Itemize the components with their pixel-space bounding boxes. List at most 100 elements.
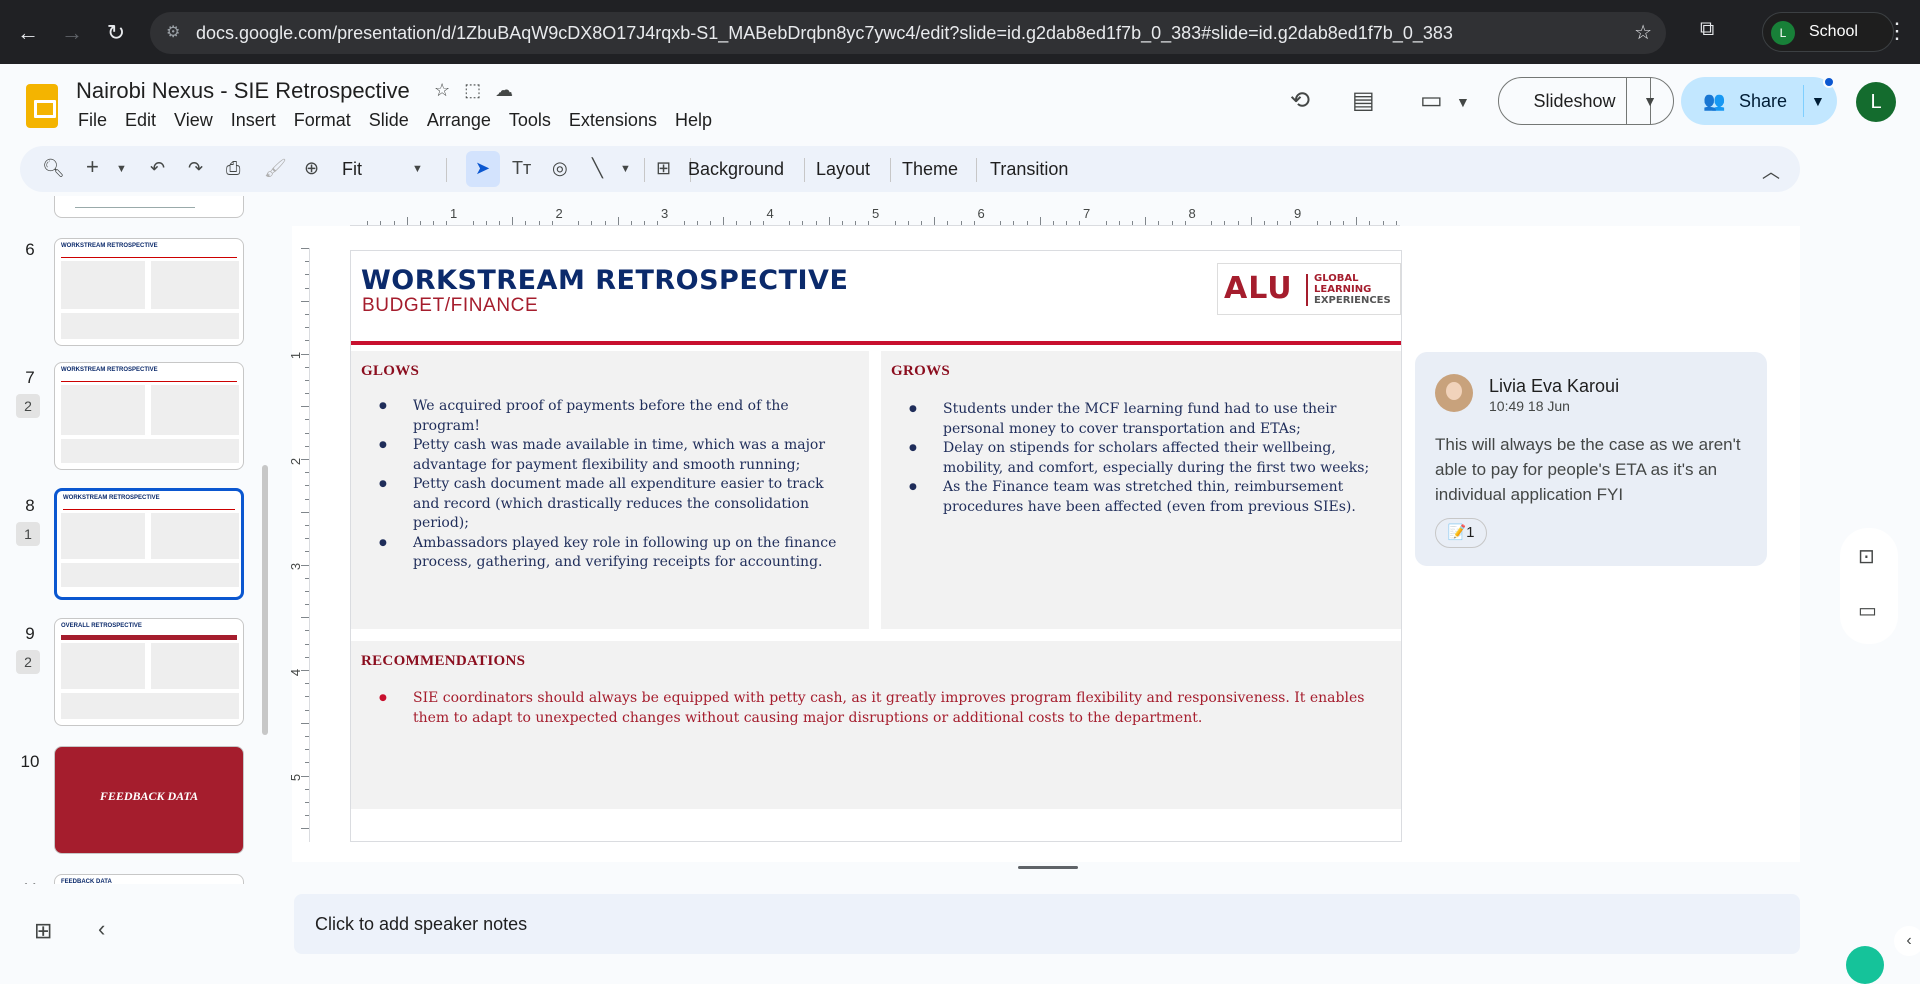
slide-thumbnail-5[interactable] [54, 196, 244, 218]
comment-card[interactable]: Livia Eva Karoui 10:49 18 Jun This will … [1415, 352, 1767, 566]
undo-icon[interactable]: ↶ [150, 158, 165, 179]
collapse-filmstrip-icon[interactable]: ‹ [98, 916, 105, 942]
recommendations-panel[interactable]: RECOMMENDATIONS SIE coordinators should … [351, 641, 1401, 809]
glows-panel[interactable]: GLOWS We acquired proof of payments befo… [351, 351, 869, 629]
slide-thumbnail-8-selected[interactable]: WORKSTREAM RETROSPECTIVE [54, 488, 244, 600]
shape-icon[interactable]: ◎ [552, 158, 568, 179]
zoom-icon[interactable]: ⊕ [304, 158, 319, 179]
new-slide-dropdown-icon[interactable]: ▼ [116, 163, 127, 175]
line-icon[interactable]: ╲ [592, 158, 603, 179]
expand-side-panel-icon[interactable]: ‹ [1894, 926, 1920, 956]
slide-thumbnail-6[interactable]: WORKSTREAM RETROSPECTIVE [54, 238, 244, 346]
slideshow-dropdown-icon[interactable]: ▼ [1626, 77, 1674, 125]
transition-button[interactable]: Transition [990, 159, 1068, 180]
folder-icon[interactable]: ▭ [1858, 598, 1877, 623]
profile-button[interactable]: L School [1762, 12, 1894, 52]
share-button[interactable]: 👥 Share ▼ [1681, 77, 1837, 125]
ruler-tick [305, 287, 309, 289]
filmstrip-scrollbar[interactable] [262, 465, 268, 735]
slide-thumbnail-9[interactable]: OVERALL RETROSPECTIVE [54, 618, 244, 726]
slides-logo-icon[interactable] [26, 84, 58, 128]
zoom-dropdown-icon[interactable]: ▼ [412, 163, 423, 175]
reload-icon[interactable]: ↻ [102, 19, 130, 47]
ruler-tick [1039, 217, 1041, 225]
user-avatar[interactable]: L [1856, 82, 1896, 122]
title-divider-line[interactable] [351, 341, 1401, 345]
back-arrow-icon[interactable]: ← [14, 19, 42, 47]
title-icons: ☆⬚☁ [434, 80, 527, 101]
speaker-notes[interactable]: Click to add speaker notes [294, 894, 1800, 954]
grows-item: Delay on stipends for scholars affected … [909, 439, 1383, 478]
ruler-tick [855, 221, 857, 225]
ruler-tick [301, 406, 309, 408]
search-menus-icon[interactable]: 🔍︎ [42, 158, 65, 179]
zoom-select[interactable]: Fit [342, 159, 362, 180]
ruler-tick [749, 221, 751, 225]
notes-resize-handle[interactable] [1018, 866, 1078, 869]
explore-icon[interactable]: ⊡ [1858, 544, 1875, 569]
paint-format-icon[interactable]: 🖌︎ [264, 158, 287, 179]
background-button[interactable]: Background [688, 159, 784, 180]
new-slide-icon[interactable]: + [86, 154, 99, 180]
ruler-label: 1 [450, 206, 458, 221]
version-history-icon[interactable]: ⟲ [1290, 86, 1310, 115]
ruler-tick [419, 221, 421, 225]
add-comment-icon[interactable]: ⊞ [656, 158, 671, 179]
slide-thumbnail-10[interactable]: FEEDBACK DATA [54, 746, 244, 854]
grammarly-icon[interactable] [1846, 946, 1884, 984]
menu-extensions[interactable]: Extensions [569, 108, 666, 131]
grid-view-icon[interactable]: ⊞ [34, 918, 52, 944]
comments-icon[interactable]: ▤ [1352, 86, 1375, 115]
recommendations-list: SIE coordinators should always be equipp… [379, 689, 1373, 728]
menu-format[interactable]: Format [294, 108, 360, 131]
extensions-icon[interactable]: ⧉ [1700, 18, 1714, 41]
grows-panel[interactable]: GROWS Students under the MCF learning fu… [881, 351, 1401, 629]
slide-thumbnail-7[interactable]: WORKSTREAM RETROSPECTIVE [54, 362, 244, 470]
collapse-toolbar-icon[interactable]: ︿ [1762, 158, 1780, 184]
logo-divider [1306, 274, 1308, 306]
menu-edit[interactable]: Edit [125, 108, 165, 131]
text-box-icon[interactable]: Tт [512, 158, 531, 179]
horizontal-ruler[interactable]: 1 2 3 4 5 6 7 8 9 [350, 206, 1400, 226]
layout-button[interactable]: Layout [816, 159, 870, 180]
site-settings-icon[interactable]: ⚙ [166, 12, 180, 54]
print-icon[interactable]: ⎙ [226, 158, 240, 179]
menu-slide[interactable]: Slide [369, 108, 418, 131]
address-bar[interactable]: ⚙ docs.google.com/presentation/d/1ZbuBAq… [150, 12, 1666, 54]
alu-logo[interactable]: ALU GLOBAL LEARNING EXPERIENCES [1217, 263, 1401, 315]
bookmark-star-icon[interactable]: ☆ [1634, 12, 1652, 54]
ruler-tick [617, 217, 619, 225]
cursor-icon[interactable]: ➤ [475, 158, 490, 179]
menu-file[interactable]: File [78, 108, 116, 131]
move-folder-icon[interactable]: ⬚ [464, 80, 495, 100]
vertical-ruler[interactable]: 1 2 3 4 5 [288, 248, 310, 842]
document-title[interactable]: Nairobi Nexus - SIE Retrospective [76, 78, 410, 104]
line-dropdown-icon[interactable]: ▼ [620, 163, 631, 175]
comment-reaction[interactable]: 📝1 [1435, 518, 1487, 548]
cloud-saved-icon[interactable]: ☁ [495, 80, 527, 100]
thumb-title: WORKSTREAM RETROSPECTIVE [61, 243, 158, 249]
menu-tools[interactable]: Tools [509, 108, 560, 131]
commenter-name: Livia Eva Karoui [1489, 376, 1620, 396]
meet-dropdown-icon[interactable]: ▼ [1456, 94, 1470, 110]
ruler-tick [1158, 221, 1160, 225]
meet-camera-icon[interactable]: ▭ [1420, 86, 1443, 115]
forward-arrow-icon[interactable]: → [58, 19, 86, 47]
ruler-tick [1026, 221, 1028, 225]
slide-thumbnail-11[interactable]: FEEDBACK DATA [54, 874, 244, 884]
menu-arrange[interactable]: Arrange [427, 108, 500, 131]
alu-logo-mark: ALU [1224, 271, 1293, 306]
slide-title[interactable]: WORKSTREAM RETROSPECTIVE [361, 265, 848, 296]
slide-subtitle[interactable]: BUDGET/FINANCE [362, 295, 538, 317]
theme-button[interactable]: Theme [902, 159, 958, 180]
current-slide[interactable]: WORKSTREAM RETROSPECTIVE BUDGET/FINANCE … [350, 250, 1402, 842]
menu-view[interactable]: View [174, 108, 222, 131]
browser-menu-icon[interactable]: ⋮ [1886, 18, 1908, 44]
ruler-tick [789, 221, 791, 225]
menu-help[interactable]: Help [675, 108, 721, 131]
star-icon[interactable]: ☆ [434, 80, 464, 100]
slide-number: 7 [25, 368, 35, 387]
ruler-tick [1000, 221, 1002, 225]
redo-icon[interactable]: ↷ [188, 158, 203, 179]
menu-insert[interactable]: Insert [231, 108, 285, 131]
